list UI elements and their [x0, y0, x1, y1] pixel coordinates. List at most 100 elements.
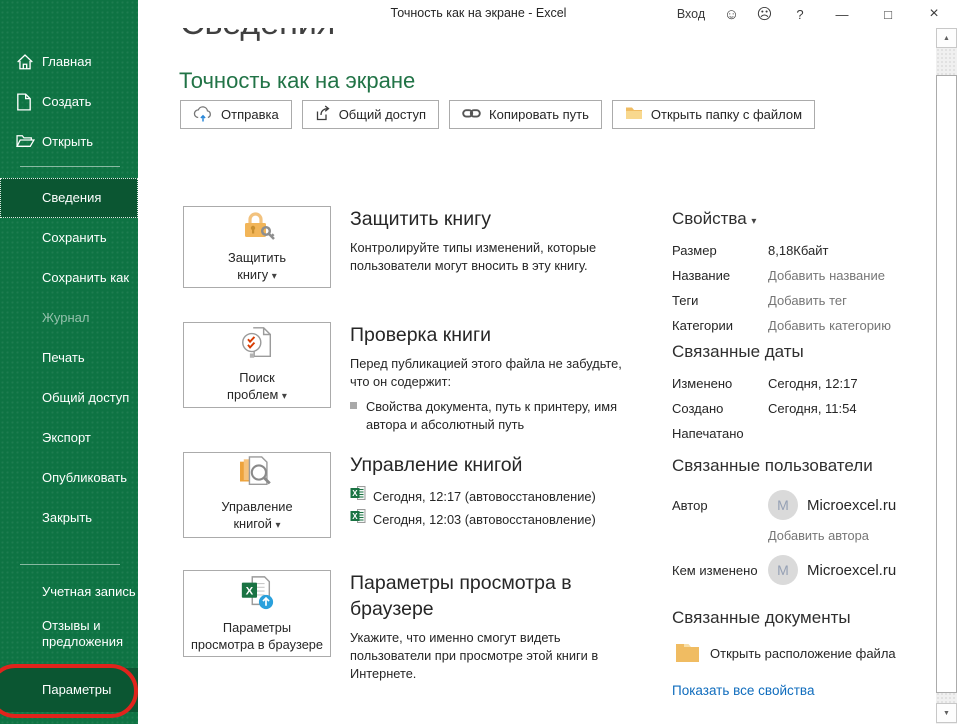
big-button-label: Защитить книгу ▾ — [228, 249, 286, 285]
add-author-placeholder[interactable]: Добавить автора — [768, 528, 907, 543]
property-value-placeholder[interactable]: Добавить тег — [768, 293, 847, 308]
browser-view-options-button[interactable]: X Параметры просмотра в браузере — [183, 570, 331, 657]
help-icon[interactable]: ? — [781, 0, 819, 28]
section-description: Укажите, что именно смогут видеть пользо… — [350, 629, 628, 683]
sidebar-item-share[interactable]: Общий доступ — [0, 378, 138, 418]
sidebar-item-save-as[interactable]: Сохранить как — [0, 258, 138, 298]
sidebar-item-publish[interactable]: Опубликовать — [0, 458, 138, 498]
scrollbar-thumb[interactable] — [936, 75, 957, 693]
home-icon — [16, 53, 34, 71]
sidebar-item-label: Создать — [42, 94, 91, 110]
excel-backstage-window: Сведения Точность как на экране - Excel … — [0, 0, 957, 724]
sidebar-item-label: Параметры — [42, 682, 111, 698]
sign-in-button[interactable]: Вход — [667, 0, 715, 28]
sidebar-item-label: Печать — [42, 350, 85, 366]
backstage-sidebar: Главная Создать Открыть Сведения Сохрани… — [0, 0, 138, 724]
property-value: 8,18Кбайт — [768, 243, 828, 258]
sidebar-item-label: Журнал — [42, 310, 89, 326]
folder-icon — [625, 106, 643, 123]
excel-web-publish-icon: X — [238, 575, 276, 615]
sidebar-item-open[interactable]: Открыть — [0, 122, 138, 162]
upload-button[interactable]: Отправка — [180, 100, 292, 129]
inspect-workbook-text: Проверка книги Перед публикацией этого ф… — [350, 322, 628, 434]
share-button[interactable]: Общий доступ — [302, 100, 439, 129]
folder-icon — [675, 642, 700, 665]
sidebar-item-close-file[interactable]: Закрыть — [0, 498, 138, 538]
lock-key-icon — [239, 210, 275, 245]
manage-workbook-text: Управление книгой X Сегодня, 12:17 (авто… — [350, 452, 628, 538]
section-description: Контролируйте типы изменений, которые по… — [350, 239, 628, 275]
date-label: Создано — [672, 401, 768, 416]
section-heading: Параметры просмотра в браузере — [350, 570, 610, 622]
check-for-issues-button[interactable]: Поиск проблем ▾ — [183, 322, 331, 408]
sidebar-divider — [20, 564, 120, 565]
sidebar-item-label: Открыть — [42, 134, 93, 150]
sidebar-item-label: Сведения — [42, 190, 101, 206]
protect-workbook-button[interactable]: Защитить книгу ▾ — [183, 206, 331, 288]
action-label: Отправка — [221, 107, 279, 122]
autorecover-version-item[interactable]: X Сегодня, 12:17 (автовосстановление) — [350, 485, 628, 508]
related-documents-section: Связанные документы Открыть расположение… — [672, 608, 907, 698]
dropdown-caret-icon: ▾ — [272, 271, 277, 282]
date-row: Изменено Сегодня, 12:17 — [672, 376, 907, 391]
sidebar-item-home[interactable]: Главная — [0, 42, 138, 82]
action-label: Общий доступ — [339, 107, 426, 122]
feedback-frown-icon[interactable]: ☹ — [748, 0, 781, 28]
sidebar-item-save[interactable]: Сохранить — [0, 218, 138, 258]
related-dates-heading: Связанные даты — [672, 342, 907, 362]
section-heading: Защитить книгу — [350, 206, 628, 232]
properties-section: Свойства ▾ Размер 8,18Кбайт Название Доб… — [672, 209, 907, 343]
browser-view-options-section: X Параметры просмотра в браузере Парамет… — [183, 570, 628, 683]
minimize-button[interactable]: — — [819, 0, 865, 28]
author-name: Microexcel.ru — [807, 497, 896, 514]
inspect-workbook-section: Поиск проблем ▾ Проверка книги Перед пуб… — [183, 322, 628, 434]
avatar: M — [768, 555, 798, 585]
big-button-label: Управление книгой ▾ — [221, 498, 292, 534]
sidebar-item-feedback[interactable]: Отзывы и предложения — [0, 608, 138, 660]
last-modified-by-row: Кем изменено M Microexcel.ru — [672, 555, 907, 585]
sidebar-item-print[interactable]: Печать — [0, 338, 138, 378]
sidebar-item-new[interactable]: Создать — [0, 82, 138, 122]
autorecover-version-item[interactable]: X Сегодня, 12:03 (автовосстановление) — [350, 508, 628, 531]
modified-by-label: Кем изменено — [672, 555, 768, 585]
property-value-placeholder[interactable]: Добавить категорию — [768, 318, 891, 333]
property-label: Категории — [672, 318, 768, 333]
feedback-smile-icon[interactable]: ☺ — [715, 0, 748, 28]
sidebar-item-account[interactable]: Учетная запись — [0, 572, 138, 612]
protect-workbook-text: Защитить книгу Контролируйте типы измене… — [350, 206, 628, 288]
avatar: M — [768, 490, 798, 520]
maximize-button[interactable]: □ — [865, 0, 911, 28]
inspect-bullet-item: Свойства документа, путь к принтеру, имя… — [350, 398, 628, 434]
bullet-text: Свойства документа, путь к принтеру, имя… — [366, 398, 628, 434]
vertical-scrollbar[interactable]: ▲ ▼ — [936, 28, 957, 724]
show-all-properties-link[interactable]: Показать все свойства — [672, 683, 907, 698]
big-button-label: Параметры просмотра в браузере — [191, 619, 323, 653]
property-label: Теги — [672, 293, 768, 308]
author-person[interactable]: M Microexcel.ru — [768, 490, 896, 520]
sidebar-item-export[interactable]: Экспорт — [0, 418, 138, 458]
open-file-folder-button[interactable]: Открыть папку с файлом — [612, 100, 815, 129]
window-controls: Вход ☺ ☹ ? — □ × — [667, 0, 957, 28]
link-icon — [462, 107, 481, 122]
author-row: Автор M Microexcel.ru — [672, 490, 907, 520]
open-file-location-button[interactable]: Открыть расположение файла — [675, 642, 907, 665]
browser-view-options-text: Параметры просмотра в браузере Укажите, … — [350, 570, 628, 683]
properties-heading[interactable]: Свойства ▾ — [672, 209, 907, 229]
section-heading: Управление книгой — [350, 452, 628, 478]
sidebar-item-label: Отзывы и предложения — [42, 618, 134, 650]
versions-search-icon — [238, 456, 276, 494]
version-label: Сегодня, 12:17 (автовосстановление) — [373, 486, 596, 508]
copy-path-button[interactable]: Копировать путь — [449, 100, 602, 129]
property-label: Название — [672, 268, 768, 283]
close-button[interactable]: × — [911, 0, 957, 28]
manage-workbook-button[interactable]: Управление книгой ▾ — [183, 452, 331, 538]
scroll-up-arrow[interactable]: ▲ — [936, 28, 957, 48]
modified-by-person[interactable]: M Microexcel.ru — [768, 555, 896, 585]
sidebar-item-info[interactable]: Сведения — [0, 178, 138, 218]
sidebar-item-options[interactable]: Параметры — [0, 668, 138, 712]
scroll-down-arrow[interactable]: ▼ — [936, 703, 957, 723]
related-documents-heading: Связанные документы — [672, 608, 907, 628]
property-value-placeholder[interactable]: Добавить название — [768, 268, 885, 283]
modified-by-name: Microexcel.ru — [807, 562, 896, 579]
property-row: Размер 8,18Кбайт — [672, 243, 907, 258]
